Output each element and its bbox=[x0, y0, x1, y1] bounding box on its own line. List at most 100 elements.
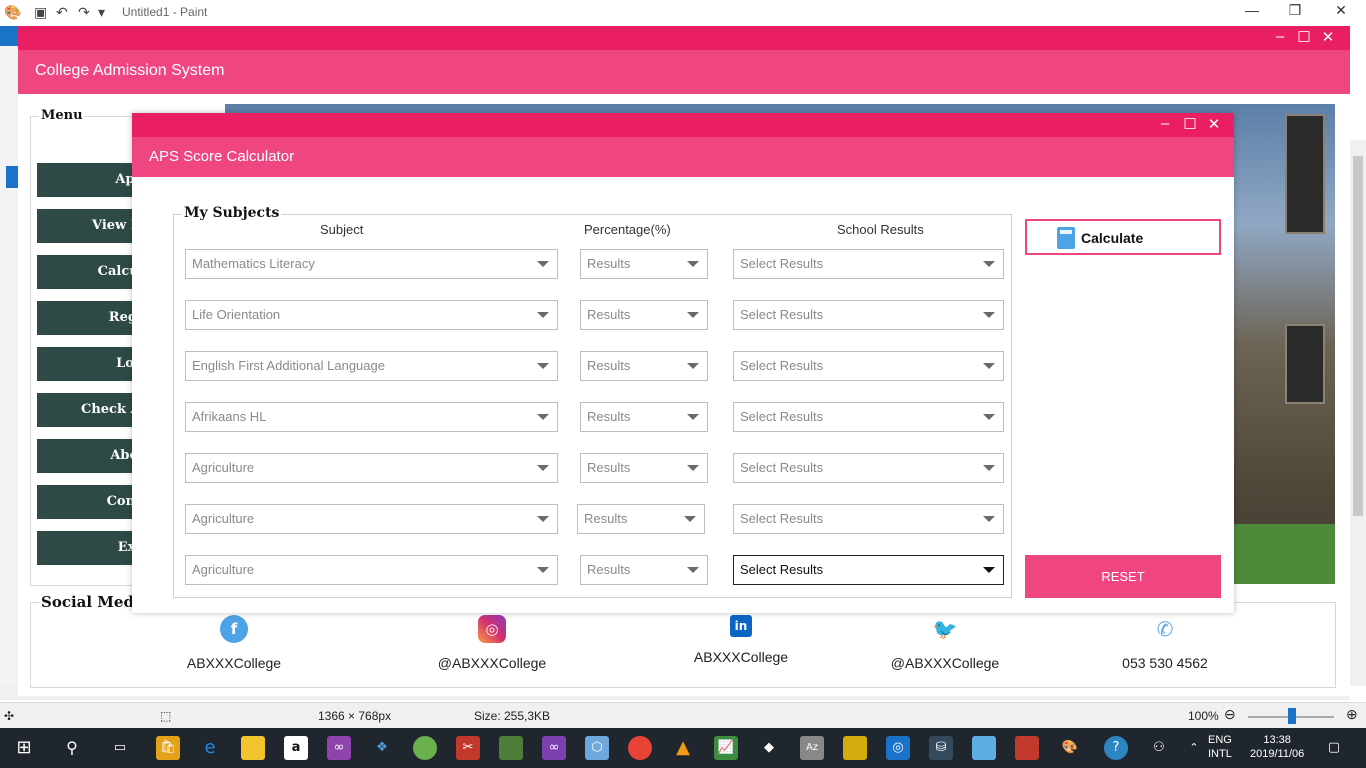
paint-side-marker bbox=[6, 166, 18, 188]
notifications-icon[interactable]: ▢ bbox=[1322, 736, 1346, 760]
percentage-dropdown[interactable]: Results bbox=[577, 504, 705, 534]
chevron-down-icon bbox=[983, 516, 995, 522]
amazon-icon[interactable]: a bbox=[284, 736, 308, 760]
file-size: Size: 255,3KB bbox=[474, 709, 551, 723]
calculator-icon bbox=[1057, 227, 1075, 249]
subject-dropdown[interactable]: Life Orientation bbox=[185, 300, 558, 330]
chrome-icon[interactable] bbox=[628, 736, 652, 760]
social-instagram-text: @ABXXXCollege bbox=[437, 655, 547, 671]
school-results-dropdown[interactable]: Select Results bbox=[733, 351, 1004, 381]
tray-chevron-up-icon[interactable]: ⌃ bbox=[1182, 736, 1206, 760]
tools-icon[interactable] bbox=[843, 736, 867, 760]
subject-dropdown[interactable]: Agriculture bbox=[185, 555, 558, 585]
social-facebook[interactable]: f ABXXXCollege bbox=[159, 615, 309, 671]
undo-icon[interactable]: ↶ bbox=[56, 4, 68, 21]
zoom-out-icon[interactable]: ⊖ bbox=[1224, 706, 1236, 723]
az-app-icon[interactable]: Az bbox=[800, 736, 824, 760]
percentage-dropdown[interactable]: Results bbox=[580, 453, 708, 483]
edge-icon[interactable]: e bbox=[198, 736, 222, 760]
maximize-icon[interactable]: ☐ bbox=[1293, 28, 1315, 46]
vlc-icon[interactable]: ▲ bbox=[671, 736, 695, 760]
chevron-down-icon bbox=[983, 465, 995, 471]
clock-date: 2019/11/06 bbox=[1250, 748, 1305, 760]
clock[interactable]: 13:38 2019/11/06 bbox=[1250, 733, 1304, 761]
school-results-dropdown[interactable]: Select Results bbox=[733, 453, 1004, 483]
zoom-in-icon[interactable]: ⊕ bbox=[1346, 706, 1358, 723]
paint-ribbon-strip bbox=[0, 26, 18, 686]
mysql-icon[interactable]: ⛁ bbox=[929, 736, 953, 760]
people-icon[interactable]: ⚇ bbox=[1147, 736, 1171, 760]
minimize-icon[interactable]: – bbox=[1154, 115, 1176, 132]
percentage-dropdown[interactable]: Results bbox=[580, 300, 708, 330]
subject-dropdown[interactable]: English First Additional Language bbox=[185, 351, 558, 381]
search-icon[interactable]: ⚲ bbox=[60, 736, 84, 760]
vertical-scrollbar[interactable] bbox=[1350, 140, 1366, 686]
percentage-dropdown[interactable]: Results bbox=[580, 351, 708, 381]
minimize-icon[interactable]: – bbox=[1269, 28, 1291, 45]
social-instagram[interactable]: ◎ @ABXXXCollege bbox=[417, 615, 567, 671]
task-view-icon[interactable]: ▭ bbox=[108, 736, 132, 760]
windows-start-icon[interactable]: ⊞ bbox=[12, 736, 36, 760]
git-icon[interactable]: ◆ bbox=[757, 736, 781, 760]
scissors-tool-icon[interactable]: ✂ bbox=[456, 736, 480, 760]
maximize-icon[interactable]: ☐ bbox=[1179, 115, 1201, 133]
social-twitter[interactable]: 🐦 @ABXXXCollege bbox=[870, 615, 1020, 671]
phone-icon[interactable]: ✆ bbox=[1151, 615, 1179, 643]
school-results-value: Select Results bbox=[740, 409, 824, 424]
twitter-icon[interactable]: 🐦 bbox=[931, 615, 959, 643]
subject-dropdown[interactable]: Agriculture bbox=[185, 504, 558, 534]
paint-file-tab[interactable] bbox=[0, 26, 18, 46]
paint-taskbar-icon[interactable]: 🎨 bbox=[1058, 736, 1082, 760]
percentage-dropdown[interactable]: Results bbox=[580, 402, 708, 432]
percentage-dropdown[interactable]: Results bbox=[580, 249, 708, 279]
reset-button[interactable]: RESET bbox=[1025, 555, 1221, 598]
close-icon[interactable]: ✕ bbox=[1317, 28, 1339, 46]
visual-studio-code-icon[interactable]: ∞ bbox=[542, 736, 566, 760]
android-studio-icon[interactable] bbox=[413, 736, 437, 760]
percentage-dropdown[interactable]: Results bbox=[580, 555, 708, 585]
school-results-value: Select Results bbox=[740, 511, 824, 526]
subject-dropdown[interactable]: Afrikaans HL bbox=[185, 402, 558, 432]
school-results-dropdown-focused[interactable]: Select Results bbox=[733, 555, 1004, 585]
facebook-icon[interactable]: f bbox=[220, 615, 248, 643]
file-explorer-icon[interactable] bbox=[241, 736, 265, 760]
zoom-slider-thumb[interactable] bbox=[1288, 708, 1296, 724]
scrollbar-thumb[interactable] bbox=[1353, 156, 1363, 516]
language-indicator[interactable]: ENG INTL bbox=[1208, 733, 1232, 761]
store-icon[interactable]: 🛍 bbox=[156, 736, 180, 760]
chart-app-icon[interactable]: 📈 bbox=[714, 736, 738, 760]
linkedin-icon[interactable]: in bbox=[730, 615, 752, 637]
social-phone-text: 053 530 4562 bbox=[1122, 655, 1208, 671]
calculate-button[interactable]: Calculate bbox=[1025, 219, 1221, 255]
school-results-dropdown[interactable]: Select Results bbox=[733, 504, 1004, 534]
instagram-icon[interactable]: ◎ bbox=[478, 615, 506, 643]
social-linkedin[interactable]: in ABXXXCollege bbox=[666, 615, 816, 665]
close-icon[interactable]: ✕ bbox=[1203, 115, 1225, 133]
winforms-app-icon[interactable] bbox=[1015, 736, 1039, 760]
chevron-down-icon bbox=[687, 363, 699, 369]
school-results-dropdown[interactable]: Select Results bbox=[733, 402, 1004, 432]
app-icon[interactable] bbox=[499, 736, 523, 760]
minimize-icon[interactable]: — bbox=[1237, 2, 1267, 18]
3d-icon[interactable]: ⬡ bbox=[585, 736, 609, 760]
customize-quick-access-icon[interactable]: ▾ bbox=[98, 4, 105, 21]
dropbox-icon[interactable]: ❖ bbox=[370, 736, 394, 760]
close-icon[interactable]: ✕ bbox=[1326, 2, 1356, 19]
visual-studio-icon[interactable]: ∞ bbox=[327, 736, 351, 760]
subject-dropdown[interactable]: Agriculture bbox=[185, 453, 558, 483]
sql-app-icon[interactable] bbox=[972, 736, 996, 760]
redo-icon[interactable]: ↷ bbox=[78, 4, 90, 21]
percentage-value: Results bbox=[587, 307, 631, 322]
subject-dropdown[interactable]: Mathematics Literacy bbox=[185, 249, 558, 279]
save-icon[interactable]: ▣ bbox=[34, 4, 47, 21]
school-results-dropdown[interactable]: Select Results bbox=[733, 249, 1004, 279]
chevron-down-icon bbox=[983, 261, 995, 267]
social-phone[interactable]: ✆ 053 530 4562 bbox=[1090, 615, 1240, 671]
help-icon[interactable]: ? bbox=[1104, 736, 1128, 760]
chevron-down-icon bbox=[983, 363, 995, 369]
school-results-dropdown[interactable]: Select Results bbox=[733, 300, 1004, 330]
subject-value: English First Additional Language bbox=[192, 358, 385, 373]
restore-icon[interactable]: ❐ bbox=[1280, 2, 1310, 19]
college-control-bar: – ☐ ✕ bbox=[18, 26, 1350, 50]
camera-app-icon[interactable]: ◎ bbox=[886, 736, 910, 760]
